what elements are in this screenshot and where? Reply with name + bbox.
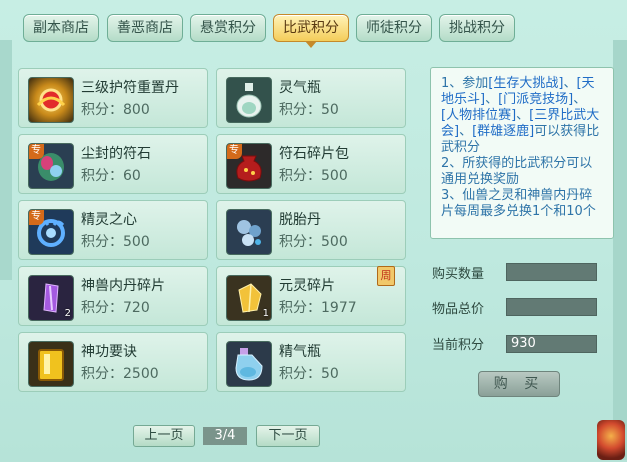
shop-item[interactable]: 脱胎丹 积分：500 bbox=[216, 200, 406, 260]
item-name: 灵气瓶 bbox=[279, 80, 321, 96]
shop-item[interactable]: 1 周 元灵碎片 积分：1977 bbox=[216, 266, 406, 326]
info-event-link[interactable]: [生存大挑战] bbox=[488, 76, 563, 91]
rebirth-pill-icon bbox=[226, 209, 272, 255]
shop-item[interactable]: 精气瓶 积分：50 bbox=[216, 332, 406, 392]
info-event-link[interactable]: [人物排位赛] bbox=[441, 108, 516, 123]
item-points: 积分：2500 bbox=[81, 366, 159, 382]
shop-item[interactable]: 灵气瓶 积分：50 bbox=[216, 68, 406, 128]
right-border-decoration bbox=[613, 40, 627, 460]
item-name: 三级护符重置丹 bbox=[81, 80, 179, 96]
quantity-input[interactable] bbox=[506, 263, 597, 281]
points-info-panel: 1、参加[生存大挑战]、[天地乐斗]、[门派竞技场]、[人物排位赛]、[三界比武… bbox=[430, 67, 614, 239]
item-points: 积分：500 bbox=[279, 234, 348, 250]
page-indicator: 3/4 bbox=[203, 427, 247, 445]
item-name: 元灵碎片 bbox=[279, 278, 335, 294]
item-name: 神兽内丹碎片 bbox=[81, 278, 165, 294]
info-separator: 、 bbox=[459, 124, 473, 139]
tab-karma-shop[interactable]: 善恶商店 bbox=[107, 14, 183, 42]
info-text: 2、所获得的比武积分可以通用兑换奖励 bbox=[441, 156, 593, 187]
spirit-heart-icon: 专 bbox=[28, 209, 74, 255]
info-text: 3、仙兽之灵和神兽内丹碎片每周最多兑换1个和10个 bbox=[441, 188, 596, 219]
tab-challenge-points[interactable]: 挑战积分 bbox=[439, 14, 515, 42]
item-quantity: 1 bbox=[262, 308, 269, 319]
item-points: 积分：500 bbox=[81, 234, 150, 250]
item-name: 符石碎片包 bbox=[279, 146, 349, 162]
gold-crystal-icon: 1 bbox=[226, 275, 272, 321]
total-price-label: 物品总价 bbox=[432, 302, 485, 317]
golden-book-icon bbox=[28, 341, 74, 387]
shop-item[interactable]: 专 符石碎片包 积分：500 bbox=[216, 134, 406, 194]
left-border-decoration bbox=[0, 40, 12, 280]
shop-item[interactable]: 专 尘封的符石 积分：60 bbox=[18, 134, 208, 194]
item-quantity: 2 bbox=[64, 308, 71, 319]
info-separator: 、 bbox=[516, 108, 530, 123]
exclusive-badge: 专 bbox=[29, 210, 44, 225]
weekly-limit-badge: 周 bbox=[377, 266, 395, 286]
info-event-link[interactable]: [群雄逐鹿] bbox=[472, 124, 534, 139]
tab-bounty-points[interactable]: 悬赏积分 bbox=[190, 14, 266, 42]
essence-bottle-icon bbox=[226, 341, 272, 387]
corner-activity-icon[interactable] bbox=[597, 420, 625, 460]
current-points-label: 当前积分 bbox=[432, 338, 485, 353]
talisman-stone-icon: 专 bbox=[28, 143, 74, 189]
current-points-field: 930 bbox=[506, 335, 597, 353]
shop-item[interactable]: 专 精灵之心 积分：500 bbox=[18, 200, 208, 260]
info-text: 1、参加 bbox=[441, 76, 489, 91]
spirit-bottle-icon bbox=[226, 77, 272, 123]
item-points: 积分：800 bbox=[81, 102, 150, 118]
quantity-label: 购买数量 bbox=[432, 267, 485, 282]
red-pouch-icon: 专 bbox=[226, 143, 272, 189]
item-points: 积分：720 bbox=[81, 300, 150, 316]
item-points: 积分：50 bbox=[279, 102, 339, 118]
exclusive-badge: 专 bbox=[227, 144, 242, 159]
item-points: 积分：60 bbox=[81, 168, 141, 184]
purple-crystal-icon: 2 bbox=[28, 275, 74, 321]
info-separator: 、 bbox=[563, 76, 577, 91]
tab-mentor-points[interactable]: 师徒积分 bbox=[356, 14, 432, 42]
gold-lotus-pill-icon bbox=[28, 77, 74, 123]
info-separator: 、 bbox=[485, 92, 499, 107]
tab-duel-points[interactable]: 比武积分 bbox=[273, 14, 349, 48]
item-points: 积分：1977 bbox=[279, 300, 357, 316]
item-name: 精气瓶 bbox=[279, 344, 321, 360]
item-points: 积分：500 bbox=[279, 168, 348, 184]
exclusive-badge: 专 bbox=[29, 144, 44, 159]
item-name: 神功要诀 bbox=[81, 344, 137, 360]
item-name: 尘封的符石 bbox=[81, 146, 151, 162]
buy-button[interactable]: 购 买 bbox=[478, 371, 560, 397]
shop-item[interactable]: 神功要诀 积分：2500 bbox=[18, 332, 208, 392]
prev-page-button[interactable]: 上一页 bbox=[133, 425, 195, 447]
tab-dungeon-shop[interactable]: 副本商店 bbox=[23, 14, 99, 42]
total-price-field bbox=[506, 298, 597, 316]
item-name: 脱胎丹 bbox=[279, 212, 321, 228]
next-page-button[interactable]: 下一页 bbox=[256, 425, 320, 447]
info-event-link[interactable]: [门派竞技场] bbox=[498, 92, 573, 107]
item-name: 精灵之心 bbox=[81, 212, 137, 228]
item-points: 积分：50 bbox=[279, 366, 339, 382]
info-separator: 、 bbox=[573, 92, 587, 107]
shop-item[interactable]: 三级护符重置丹 积分：800 bbox=[18, 68, 208, 128]
shop-item[interactable]: 2 神兽内丹碎片 积分：720 bbox=[18, 266, 208, 326]
